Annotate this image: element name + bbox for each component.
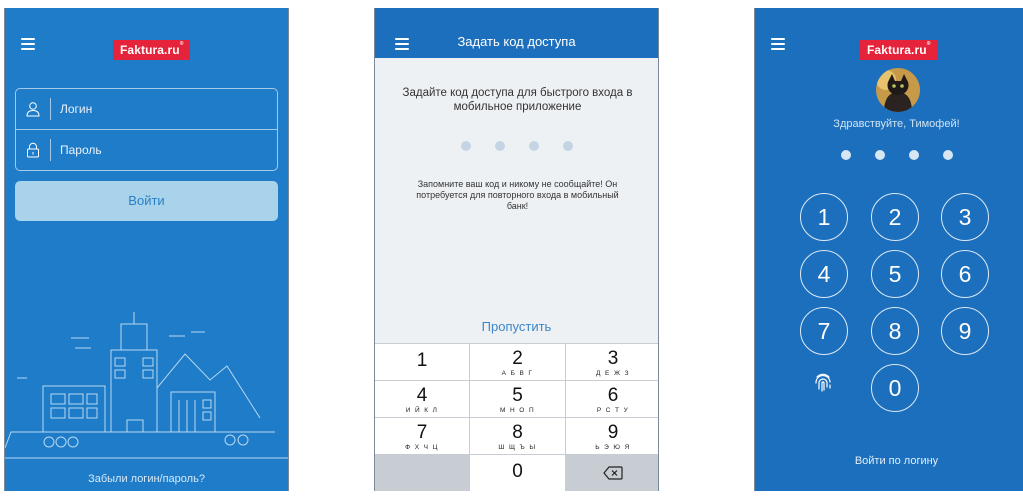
backspace-icon <box>603 466 623 480</box>
pin-indicator <box>375 141 658 151</box>
key-6[interactable]: 6Р С Т У <box>566 381 658 417</box>
key-5[interactable]: 5М Н О П <box>470 381 565 417</box>
numeric-keypad: 1 2А Б В Г 3Д Е Ж З 4И Й К Л 5М Н О П 6Р… <box>375 343 658 491</box>
login-screen: Faktura.ru® Логин Пароль Войти Забыли ло… <box>4 8 289 491</box>
key-2[interactable]: 2А Б В Г <box>470 344 565 380</box>
pin-dot <box>874 150 885 160</box>
pin-key-5[interactable]: 5 <box>871 250 919 298</box>
set-code-screen: Задать код доступа Задайте код доступа д… <box>374 8 659 491</box>
password-input[interactable]: Пароль <box>60 130 102 171</box>
key-8[interactable]: 8Ш Щ Ъ Ы <box>470 418 565 454</box>
page-title: Задать код доступа <box>457 34 576 49</box>
pin-key-6[interactable]: 6 <box>941 250 989 298</box>
key-4[interactable]: 4И Й К Л <box>375 381 469 417</box>
header-bar: Задать код доступа <box>375 8 658 58</box>
password-field[interactable]: Пароль <box>16 130 277 171</box>
brand-logo: Faktura.ru® <box>860 40 938 60</box>
pin-key-0[interactable]: 0 <box>871 364 919 412</box>
pin-key-4[interactable]: 4 <box>800 250 848 298</box>
field-divider <box>50 139 51 161</box>
key-1[interactable]: 1 <box>375 344 469 380</box>
field-divider <box>50 98 51 120</box>
greeting-text: Здравствуйте, Тимофей! <box>833 118 960 130</box>
pin-dot <box>460 141 471 151</box>
login-input[interactable]: Логин <box>60 89 92 130</box>
backspace-key[interactable] <box>566 455 658 491</box>
pin-dot <box>562 141 573 151</box>
login-button[interactable]: Войти <box>15 181 278 221</box>
code-prompt: Задайте код доступа для быстрого входа в… <box>402 87 633 113</box>
city-illustration <box>5 312 288 459</box>
key-3[interactable]: 3Д Е Ж З <box>566 344 658 380</box>
pin-dot <box>840 150 851 160</box>
user-icon <box>26 102 40 117</box>
key-7[interactable]: 7Ф Х Ч Ц <box>375 418 469 454</box>
login-by-username-link[interactable]: Войти по логину <box>755 455 1023 467</box>
key-9[interactable]: 9Ь Э Ю Я <box>566 418 658 454</box>
avatar <box>876 68 920 112</box>
login-form: Логин Пароль <box>15 88 278 171</box>
pin-dot <box>528 141 539 151</box>
forgot-password-link[interactable]: Забыли логин/пароль? <box>5 473 288 485</box>
pin-key-3[interactable]: 3 <box>941 193 989 241</box>
pin-key-8[interactable]: 8 <box>871 307 919 355</box>
pin-dot <box>908 150 919 160</box>
key-empty <box>375 455 469 491</box>
menu-icon[interactable] <box>21 38 35 50</box>
lock-icon <box>27 142 39 158</box>
pin-key-1[interactable]: 1 <box>800 193 848 241</box>
skip-button[interactable]: Пропустить <box>375 319 658 334</box>
pin-dot <box>494 141 505 151</box>
pin-key-2[interactable]: 2 <box>871 193 919 241</box>
pin-key-9[interactable]: 9 <box>941 307 989 355</box>
pin-dot <box>942 150 953 160</box>
security-note: Запомните ваш код и никому не сообщайте!… <box>416 179 619 211</box>
login-field[interactable]: Логин <box>16 89 277 130</box>
pin-login-screen: Faktura.ru® Здравствуйте, Тимофей! 1 2 3… <box>754 8 1023 491</box>
menu-icon[interactable] <box>771 38 785 50</box>
brand-logo: Faktura.ru® <box>113 40 191 60</box>
pin-indicator <box>755 150 1023 160</box>
pin-key-7[interactable]: 7 <box>800 307 848 355</box>
fingerprint-icon[interactable] <box>812 371 834 393</box>
key-0[interactable]: 0 <box>470 455 565 491</box>
